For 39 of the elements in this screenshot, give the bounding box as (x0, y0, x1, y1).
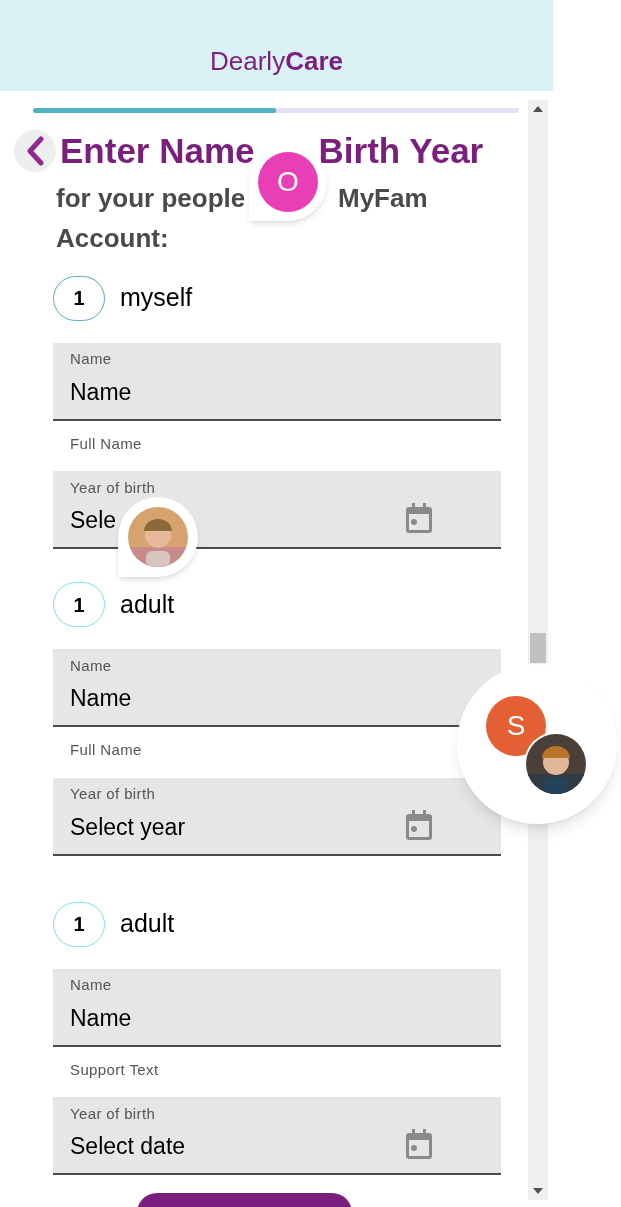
input-field[interactable]: Name (70, 1000, 350, 1035)
back-icon (26, 136, 44, 167)
support-text: Support Text (69, 1059, 160, 1080)
text-field[interactable]: Year of birth Sele (53, 471, 501, 549)
calendar-icon[interactable] (406, 809, 432, 840)
avatar-tooltip[interactable] (118, 497, 198, 577)
subtitle: for your people (56, 182, 246, 213)
person-label: adult (120, 908, 175, 940)
subtitle: MyFam (338, 181, 428, 215)
scroll-down-icon[interactable] (533, 1188, 543, 1194)
person-label: adult (120, 588, 175, 620)
back-button[interactable] (14, 130, 56, 173)
field-label: Name (70, 975, 113, 995)
field-label: Year of birth (70, 784, 157, 804)
input-field[interactable]: Sele (70, 503, 350, 538)
input-field[interactable]: Name (70, 681, 350, 716)
field-label: Year of birth (70, 477, 157, 498)
avatar-group[interactable]: S (457, 664, 617, 824)
text-field[interactable]: Year of birth Select date (53, 1097, 501, 1175)
field-label: Name (70, 655, 113, 676)
support-text: Full Name (69, 740, 143, 760)
subtitle: Account: (56, 222, 169, 253)
text-field[interactable]: Name Name (53, 342, 501, 421)
input-field[interactable]: Select date (70, 1129, 350, 1164)
avatar: O (258, 152, 318, 212)
logo[interactable]: DearlyCare (210, 42, 343, 81)
field-label: Name (70, 349, 113, 369)
calendar-icon[interactable] (406, 1129, 432, 1160)
calendar-icon[interactable] (406, 503, 432, 534)
support-text: Full Name (69, 433, 143, 454)
field-label: Year of birth (70, 1103, 157, 1124)
scroll-thumb[interactable] (530, 633, 546, 663)
input-field[interactable]: Select year (70, 809, 350, 844)
text-field[interactable]: Name Name (53, 649, 501, 727)
text-field[interactable]: Name Name (53, 968, 501, 1047)
input-field[interactable]: Name (70, 374, 350, 409)
scroll-up-icon[interactable] (533, 106, 543, 112)
text-field[interactable]: Year of birth Select year (53, 777, 501, 856)
person-label: myself (120, 282, 193, 314)
